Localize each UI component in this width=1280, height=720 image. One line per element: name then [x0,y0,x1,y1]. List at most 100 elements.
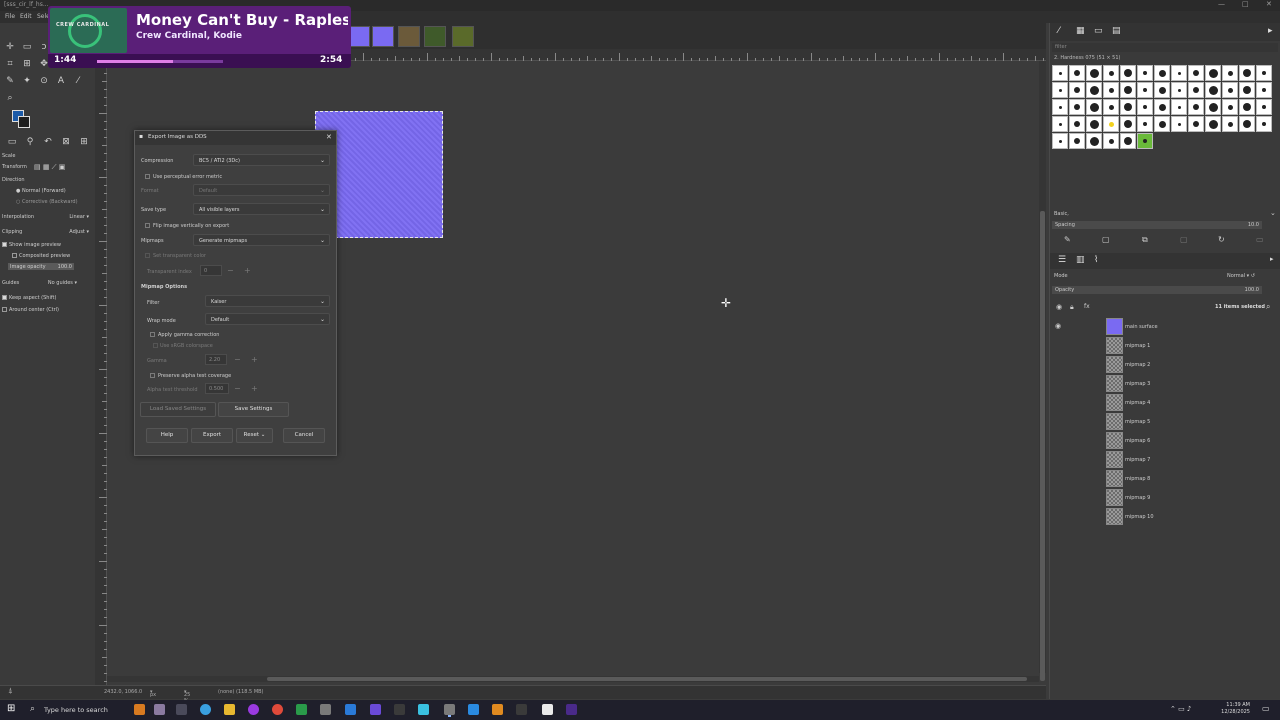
layer-row[interactable]: mipmap 3 [1050,375,1280,393]
brush-swatch[interactable] [1137,133,1153,149]
layer-row[interactable]: mipmap 10 [1050,508,1280,526]
device-status-icon[interactable]: ⚲ [24,136,36,148]
layer-row[interactable]: ◉ main surface [1050,318,1280,336]
images-icon[interactable]: ⊠ [60,136,72,148]
brush-swatch[interactable] [1052,65,1068,81]
compression-select[interactable]: BC5 / ATI2 (3Dc) ⌄ [193,154,330,166]
layer-row[interactable]: mipmap 4 [1050,394,1280,412]
reset-button[interactable]: Reset ⌄ [236,428,273,443]
zoom-tool-icon[interactable]: ⌕ [4,92,16,104]
guides-select[interactable]: No guides ▾ [48,280,77,286]
brush-swatch[interactable] [1069,65,1085,81]
brush-swatch[interactable] [1154,99,1170,115]
copilot-icon[interactable] [154,704,165,715]
brush-swatch[interactable] [1069,116,1085,132]
composited-preview-checkbox[interactable]: Composited preview [12,253,70,259]
chevron-down-icon[interactable]: ⌄ [1270,209,1276,217]
brush-swatch[interactable] [1103,99,1119,115]
brush-swatch[interactable] [1086,82,1102,98]
paths-tab-icon[interactable]: ⌇ [1094,255,1098,265]
fonts-tab-icon[interactable]: ▭ [1094,26,1103,36]
tool-options-icon[interactable]: ▭ [6,136,18,148]
image-opacity-slider[interactable]: Image opacity 100.0 [8,263,74,270]
brush-swatch[interactable] [1052,99,1068,115]
system-tray[interactable]: 11:39 AM 12/28/2025 [1221,702,1250,716]
channels-tab-icon[interactable]: ▥ [1076,255,1085,265]
brushes-tab-icon[interactable]: ⁄ [1058,26,1060,36]
brush-swatch[interactable] [1137,116,1153,132]
close-button[interactable]: ✕ [1266,0,1272,8]
unit-select[interactable]: px ▾ [150,689,156,698]
minus-icon[interactable]: − [234,384,241,393]
brush-swatch[interactable] [1239,65,1255,81]
layer-row[interactable]: mipmap 7 [1050,451,1280,469]
clone-icon[interactable]: ⊙ [38,75,50,87]
dock-menu-icon[interactable]: ▸ [1268,26,1273,36]
help-button[interactable]: Help [146,428,188,443]
edit-brush-icon[interactable]: ✎ [1064,235,1071,244]
crop-icon[interactable]: ⌗ [4,58,16,70]
brush-swatch[interactable] [1239,116,1255,132]
brush-swatch[interactable] [1154,116,1170,132]
srgb-checkbox[interactable] [153,343,158,348]
horizontal-scrollbar[interactable] [107,676,1039,682]
brush-swatch[interactable] [1188,82,1204,98]
brush-swatch[interactable] [1222,116,1238,132]
blender-icon[interactable] [492,704,503,715]
rect-select-icon[interactable]: ▭ [21,41,33,53]
lock-icon[interactable]: 🔒︎ [1070,303,1074,312]
edge-icon[interactable] [200,704,211,715]
app-icon[interactable] [370,704,381,715]
save-type-select[interactable]: All visible layers ⌄ [193,203,330,215]
opacity-slider[interactable]: Opacity 100.0 [1052,286,1262,294]
brush-swatch[interactable] [1069,82,1085,98]
brush-swatch[interactable] [1205,82,1221,98]
spacing-slider[interactable]: Spacing 10.0 [1052,221,1262,229]
gradients-tab-icon[interactable]: ▤ [1112,26,1121,36]
menu-edit[interactable]: Edit [20,13,32,20]
brush-filter-input[interactable]: filter [1052,43,1278,52]
clipping-select[interactable]: Adjust ▾ [69,229,89,235]
direction-corrective-radio[interactable]: ○ Corrective (Backward) [16,199,78,205]
image-tab[interactable] [424,26,446,47]
chrome-icon[interactable] [272,704,283,715]
brush-swatch[interactable] [1120,82,1136,98]
transform-type-icons[interactable]: ▤ ▦ ⟋ ▣ [34,163,65,172]
app-icon[interactable] [320,704,331,715]
brush-swatch[interactable] [1120,99,1136,115]
vertical-scrollbar[interactable] [1039,61,1046,681]
app-icon[interactable] [566,704,577,715]
effects-icon[interactable]: fx [1084,303,1090,310]
wrap-mode-select[interactable]: Default ⌄ [205,313,330,325]
widget-icon[interactable] [134,704,145,715]
layer-row[interactable]: mipmap 1 [1050,337,1280,355]
eye-icon[interactable]: ◉ [1055,322,1061,330]
brush-swatch[interactable] [1171,99,1187,115]
format-select[interactable]: Default ⌄ [193,184,330,196]
direction-normal-radio[interactable]: ● Normal (Forward) [16,188,66,194]
brush-swatch[interactable] [1188,65,1204,81]
scroll-thumb[interactable] [267,677,1027,681]
brush-swatch[interactable] [1222,65,1238,81]
load-saved-settings-button[interactable]: Load Saved Settings [140,402,216,417]
brush-swatch[interactable] [1120,133,1136,149]
brush-swatch[interactable] [1137,82,1153,98]
maximize-button[interactable]: □ [1242,0,1249,8]
brush-tool-icon[interactable]: ⁄ [72,75,84,87]
brush-swatch[interactable] [1188,99,1204,115]
open-as-image-icon[interactable]: ▭ [1256,235,1264,244]
brush-swatch[interactable] [1171,82,1187,98]
brush-swatch[interactable] [1256,82,1272,98]
brush-swatch[interactable] [1239,99,1255,115]
brush-swatch[interactable] [1052,133,1068,149]
mipmaps-select[interactable]: Generate mipmaps ⌄ [193,234,330,246]
brush-swatch[interactable] [1120,65,1136,81]
layer-row[interactable]: mipmap 6 [1050,432,1280,450]
new-brush-icon[interactable]: ▢ [1102,235,1110,244]
brush-swatch[interactable] [1137,99,1153,115]
start-icon[interactable]: ⊞ [7,703,15,714]
vscode-icon[interactable] [345,704,356,715]
layer-row[interactable]: mipmap 8 [1050,470,1280,488]
file-explorer-icon[interactable] [224,704,235,715]
brush-swatch[interactable] [1086,133,1102,149]
